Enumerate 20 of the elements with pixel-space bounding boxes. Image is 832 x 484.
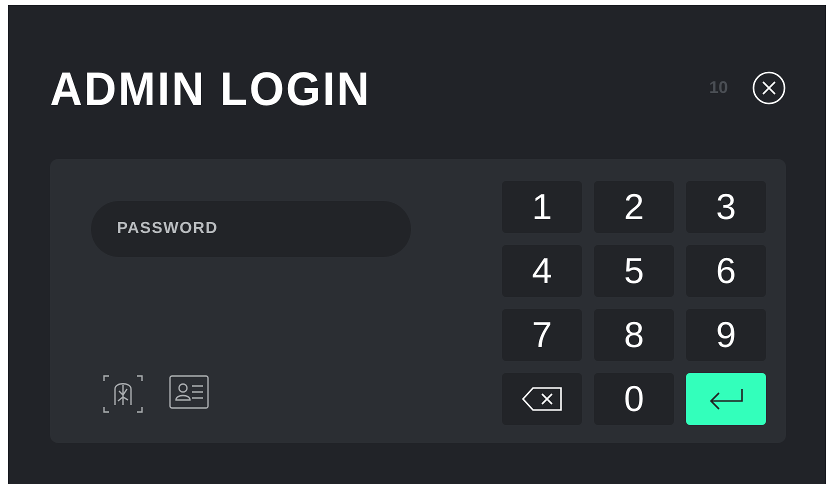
digit-key[interactable]: 6: [686, 245, 766, 297]
face-scan-icon[interactable]: [103, 375, 143, 413]
digit-key[interactable]: 3: [686, 181, 766, 233]
close-icon: [752, 71, 786, 105]
password-field[interactable]: PASSWORD: [91, 201, 411, 257]
digit-key[interactable]: 7: [502, 309, 582, 361]
close-button[interactable]: [752, 71, 786, 105]
backspace-key[interactable]: [502, 373, 582, 425]
enter-icon: [709, 387, 743, 411]
enter-key[interactable]: [686, 373, 766, 425]
page-title: ADMIN LOGIN: [50, 60, 372, 116]
digit-key[interactable]: 5: [594, 245, 674, 297]
digit-key[interactable]: 2: [594, 181, 674, 233]
digit-key[interactable]: 1: [502, 181, 582, 233]
digit-key[interactable]: 8: [594, 309, 674, 361]
id-card-icon[interactable]: [169, 375, 209, 409]
backspace-icon: [521, 386, 563, 412]
digit-key[interactable]: 9: [686, 309, 766, 361]
digit-key[interactable]: 4: [502, 245, 582, 297]
digit-key[interactable]: 0: [594, 373, 674, 425]
